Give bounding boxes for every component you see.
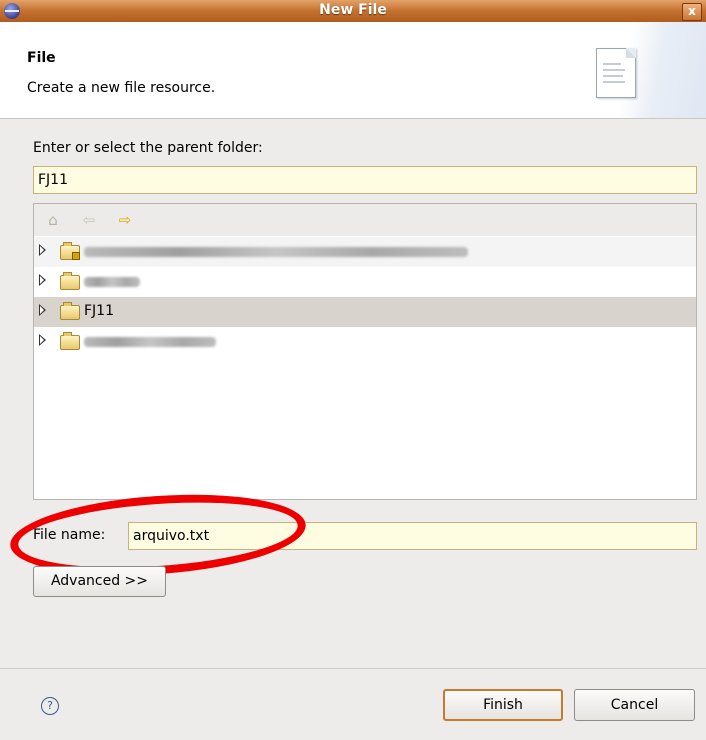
home-icon[interactable]: ⌂ <box>44 211 62 229</box>
folder-icon <box>60 272 80 290</box>
advanced-button[interactable]: Advanced >> <box>33 566 166 597</box>
tree-item-project-2[interactable] <box>34 267 696 297</box>
close-button[interactable]: x <box>682 3 702 21</box>
folder-tree[interactable]: ⌂ ⇦ ⇨ FJ11 <box>33 203 697 500</box>
cancel-button[interactable]: Cancel <box>574 689 695 721</box>
parent-folder-input[interactable]: FJ11 <box>33 166 697 194</box>
folder-icon <box>60 302 80 320</box>
expand-arrow-icon[interactable] <box>39 334 46 346</box>
back-arrow-icon[interactable]: ⇦ <box>80 211 98 229</box>
header-title: File <box>27 50 56 66</box>
tree-item-project-4[interactable] <box>34 327 696 357</box>
blurred-label <box>84 277 140 287</box>
project-badge-icon <box>72 252 80 260</box>
expand-arrow-icon[interactable] <box>39 304 46 316</box>
window-title: New File <box>319 2 387 18</box>
parent-folder-label: Enter or select the parent folder: <box>33 140 263 156</box>
tree-item-label: FJ11 <box>84 303 114 319</box>
header-banner <box>586 22 706 118</box>
new-file-wizard-icon <box>596 48 636 98</box>
finish-button[interactable]: Finish <box>443 689 563 721</box>
expand-arrow-icon[interactable] <box>39 244 46 256</box>
tree-toolbar: ⌂ ⇦ ⇨ <box>34 204 696 236</box>
expand-arrow-icon[interactable] <box>39 274 46 286</box>
new-file-dialog: New File x File Create a new file resour… <box>0 0 706 740</box>
header-description: Create a new file resource. <box>27 80 216 96</box>
help-icon[interactable]: ? <box>41 697 59 715</box>
dialog-header: File Create a new file resource. <box>0 22 706 119</box>
tree-item-project-1[interactable] <box>34 237 696 267</box>
blurred-label <box>84 247 468 257</box>
footer-separator <box>0 668 706 669</box>
blurred-label <box>84 337 216 347</box>
folder-icon <box>60 332 80 350</box>
title-bar[interactable]: New File x <box>0 0 706 22</box>
forward-arrow-icon[interactable]: ⇨ <box>116 211 134 229</box>
tree-item-fj11[interactable]: FJ11 <box>34 297 696 327</box>
